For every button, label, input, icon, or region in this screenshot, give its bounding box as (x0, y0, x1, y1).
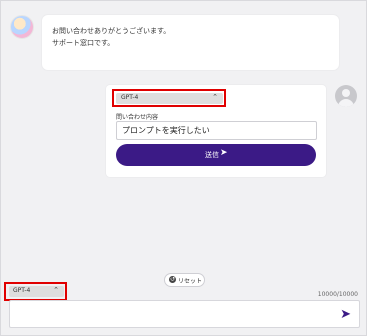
bot-message-bubble: お問い合わせありがとうございます。 サポート窓口です。 (42, 15, 339, 70)
chat-input[interactable]: ➤ (9, 300, 360, 328)
send-icon: ➤ (220, 148, 228, 158)
chat-window: お問い合わせありがとうございます。 サポート窓口です。 GPT-4 ⌃ 問い合わ… (0, 0, 367, 336)
bot-avatar (10, 15, 34, 39)
send-button-label: 送信 (205, 151, 219, 159)
bot-message-line-1: お問い合わせありがとうございます。 (52, 27, 171, 35)
bot-message-line-2: サポート窓口です。 (52, 39, 115, 47)
highlight-box (4, 282, 67, 301)
send-icon[interactable]: ➤ (340, 307, 351, 322)
reset-button[interactable]: ↺ リセット (164, 273, 205, 287)
inquiry-input[interactable]: プロンプトを実行したい (116, 121, 317, 140)
user-avatar (335, 85, 357, 107)
inquiry-input-value: プロンプトを実行したい (122, 126, 210, 135)
reset-label: リセット (178, 278, 203, 285)
character-counter: 10000/10000 (317, 291, 358, 298)
send-button[interactable]: 送信 ➤ (116, 144, 316, 166)
highlight-box (112, 89, 226, 107)
user-form-card: GPT-4 ⌃ 問い合わせ内容 プロンプトを実行したい 送信 ➤ (106, 85, 326, 177)
reset-icon: ↺ (169, 276, 176, 283)
field-label: 問い合わせ内容 (116, 114, 159, 121)
